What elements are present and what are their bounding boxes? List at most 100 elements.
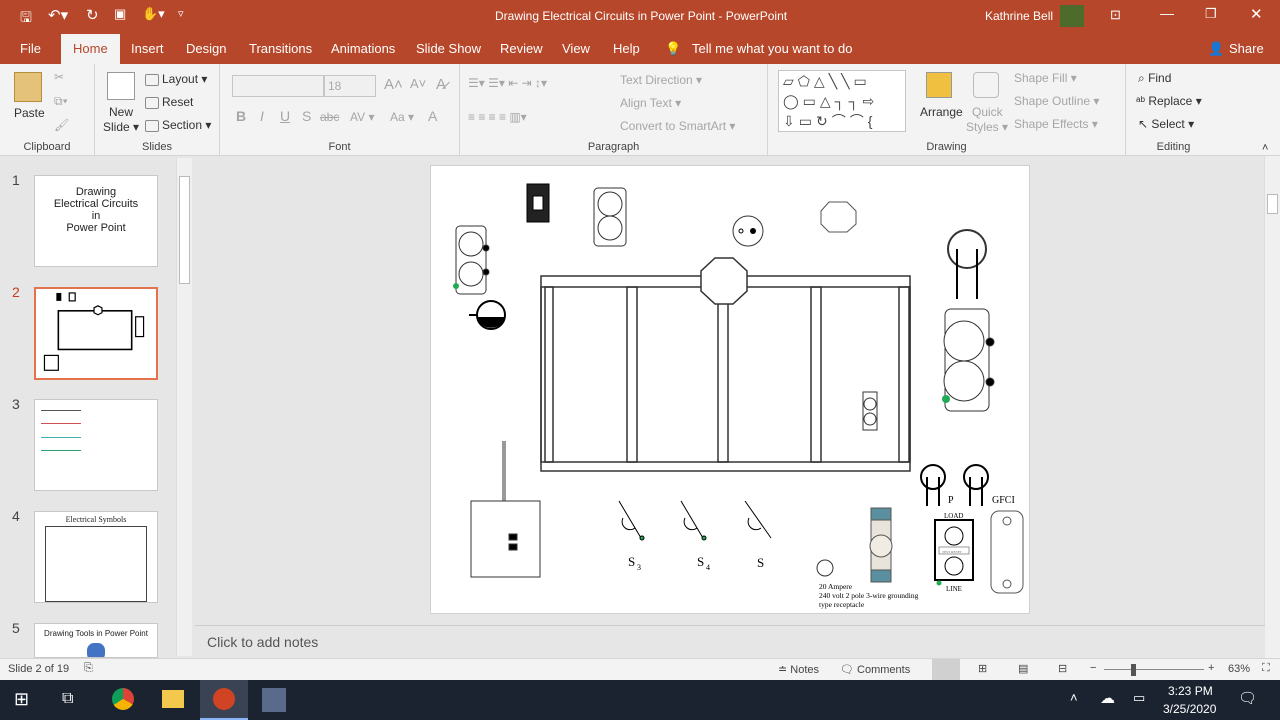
- font-color-button[interactable]: A: [428, 108, 437, 124]
- text-direction-button[interactable]: Text Direction ▾: [620, 73, 702, 87]
- share-button[interactable]: Share: [1229, 41, 1264, 56]
- tab-slide-show[interactable]: Slide Show: [416, 41, 481, 56]
- underline-button[interactable]: U: [280, 108, 290, 124]
- customize-qat-icon[interactable]: ▿: [178, 7, 184, 20]
- shape-effects-button[interactable]: Shape Effects ▾: [1014, 117, 1098, 131]
- thumbnails-scrollbar[interactable]: [176, 158, 192, 656]
- tab-review[interactable]: Review: [500, 41, 543, 56]
- clock-time[interactable]: 3:23 PM: [1168, 684, 1213, 698]
- slide-canvas[interactable]: S3 S4 S P GFCI LOAD TEST RESET LINE 20 A…: [430, 165, 1030, 614]
- notes-pane[interactable]: Click to add notes: [195, 625, 1265, 658]
- quick-styles-button-2[interactable]: Styles ▾: [966, 120, 1008, 134]
- slideshow-icon[interactable]: ⊟: [1058, 662, 1067, 675]
- font-name-select[interactable]: [232, 75, 324, 97]
- change-case-button[interactable]: Aa ▾: [390, 110, 414, 124]
- zoom-slider[interactable]: [1104, 669, 1204, 670]
- align-text-button[interactable]: Align Text ▾: [620, 96, 681, 110]
- chrome-icon[interactable]: [112, 688, 134, 710]
- comments-button[interactable]: 🗨 Comments: [840, 663, 910, 676]
- notes-button[interactable]: ≐ Notes: [778, 663, 819, 676]
- tab-transitions[interactable]: Transitions: [249, 41, 312, 56]
- ribbon-display-icon[interactable]: ⊡: [1110, 7, 1121, 23]
- strikethrough-button[interactable]: abc: [320, 110, 339, 124]
- arrange-button[interactable]: Arrange: [920, 105, 963, 119]
- file-explorer-icon[interactable]: [162, 690, 184, 708]
- slide-thumbnail-5[interactable]: Drawing Tools in Power Point: [34, 623, 158, 658]
- align-icons[interactable]: ≡ ≡ ≡ ≡ ▥▾: [468, 110, 527, 124]
- tab-animations[interactable]: Animations: [331, 41, 395, 56]
- fit-slide-icon[interactable]: ⛶: [1262, 662, 1270, 675]
- user-name[interactable]: Kathrine Bell: [985, 9, 1053, 23]
- battery-icon[interactable]: ▭: [1133, 690, 1145, 706]
- reset-button[interactable]: Reset: [145, 95, 193, 109]
- slide-scrollbar[interactable]: [1264, 156, 1280, 658]
- slide-thumbnail-4[interactable]: Electrical Symbols: [34, 511, 158, 603]
- app-icon[interactable]: [262, 688, 286, 712]
- user-avatar[interactable]: [1060, 5, 1084, 27]
- close-icon[interactable]: ✕: [1250, 5, 1263, 23]
- redo-icon[interactable]: ↻: [86, 6, 99, 24]
- select-button[interactable]: ↖ Select ▾: [1138, 117, 1194, 131]
- scroll-thumb[interactable]: [1267, 194, 1278, 214]
- section-button[interactable]: Section ▾: [145, 118, 211, 132]
- smartart-button[interactable]: Convert to SmartArt ▾: [620, 119, 735, 133]
- cut-icon[interactable]: ✂: [54, 70, 64, 84]
- editing-group: ⌕ Find ᵃᵇ Replace ▾ ↖ Select ▾ Editing: [1126, 64, 1221, 156]
- touch-mode-icon[interactable]: ✋▾: [142, 6, 165, 22]
- shadow-button[interactable]: S: [302, 108, 311, 124]
- scroll-thumb[interactable]: [179, 176, 190, 284]
- slide-thumbnail-1[interactable]: Drawing Electrical Circuits in Power Poi…: [34, 175, 158, 267]
- powerpoint-taskbar-button[interactable]: [200, 680, 248, 720]
- shapes-gallery[interactable]: ▱⬠△╲╲▭ ◯▭△┐┐⇨ ⇩▭↻⌒⌒{: [778, 70, 906, 132]
- save-icon[interactable]: 🖫: [20, 7, 32, 31]
- zoom-level[interactable]: 63%: [1228, 663, 1250, 675]
- layout-button[interactable]: Layout ▾: [145, 72, 207, 86]
- shape-fill-button[interactable]: Shape Fill ▾: [1014, 71, 1077, 85]
- zoom-in-button[interactable]: +: [1208, 662, 1214, 674]
- paste-button[interactable]: Paste: [14, 106, 45, 120]
- format-painter-icon[interactable]: 🖌: [54, 118, 69, 132]
- notifications-icon[interactable]: 🗨: [1238, 689, 1257, 707]
- shape-outline-button[interactable]: Shape Outline ▾: [1014, 94, 1099, 108]
- show-hidden-icons[interactable]: ˄: [1070, 690, 1078, 705]
- font-size-select[interactable]: 18: [324, 75, 376, 97]
- bold-button[interactable]: B: [236, 108, 246, 124]
- thumb-number: 3: [12, 396, 20, 412]
- tab-view[interactable]: View: [562, 41, 590, 56]
- new-slide-dropdown[interactable]: Slide ▾: [103, 120, 139, 134]
- slide-thumbnail-3[interactable]: [34, 399, 158, 491]
- tell-me-search[interactable]: Tell me what you want to do: [692, 41, 852, 56]
- tab-file[interactable]: File: [20, 41, 41, 56]
- restore-icon[interactable]: ❐: [1205, 6, 1217, 22]
- replace-button[interactable]: ᵃᵇ Replace ▾: [1136, 94, 1202, 108]
- shrink-font-icon[interactable]: A˅: [410, 76, 426, 91]
- zoom-slider-thumb[interactable]: [1131, 664, 1136, 676]
- windows-start-icon[interactable]: ⊞: [14, 689, 29, 710]
- onedrive-icon[interactable]: ☁: [1100, 689, 1115, 707]
- clear-format-icon[interactable]: A̷: [436, 76, 446, 93]
- normal-view-button[interactable]: [932, 659, 960, 680]
- quick-styles-button[interactable]: Quick: [972, 105, 1003, 119]
- task-view-icon[interactable]: ⧉: [62, 690, 73, 708]
- tab-insert[interactable]: Insert: [131, 41, 164, 56]
- reading-view-icon[interactable]: ▤: [1018, 662, 1028, 675]
- presentation-icon[interactable]: ▣: [114, 6, 126, 22]
- undo-icon[interactable]: ↶▾: [48, 6, 68, 24]
- bullets-icon[interactable]: ☰▾ ☰▾ ⇤ ⇥ ↕▾: [468, 76, 547, 90]
- copy-icon[interactable]: ⧉▾: [54, 94, 68, 109]
- spellcheck-icon[interactable]: ⎘: [84, 662, 93, 675]
- char-spacing-button[interactable]: AV ▾: [350, 110, 374, 124]
- slide-thumbnail-2[interactable]: [34, 287, 158, 380]
- minimize-icon[interactable]: —: [1160, 5, 1174, 21]
- tab-design[interactable]: Design: [186, 41, 226, 56]
- collapse-ribbon-icon[interactable]: ˄: [1262, 142, 1268, 154]
- grow-font-icon[interactable]: A˄: [384, 76, 403, 93]
- tab-help[interactable]: Help: [613, 41, 640, 56]
- slide-sorter-icon[interactable]: ⊞: [978, 662, 987, 675]
- zoom-out-button[interactable]: −: [1090, 662, 1096, 674]
- italic-button[interactable]: I: [260, 108, 264, 124]
- new-slide-button[interactable]: New: [109, 105, 133, 119]
- tab-home[interactable]: Home: [61, 34, 120, 64]
- clock-date[interactable]: 3/25/2020: [1163, 702, 1216, 716]
- find-button[interactable]: ⌕ Find: [1138, 71, 1171, 86]
